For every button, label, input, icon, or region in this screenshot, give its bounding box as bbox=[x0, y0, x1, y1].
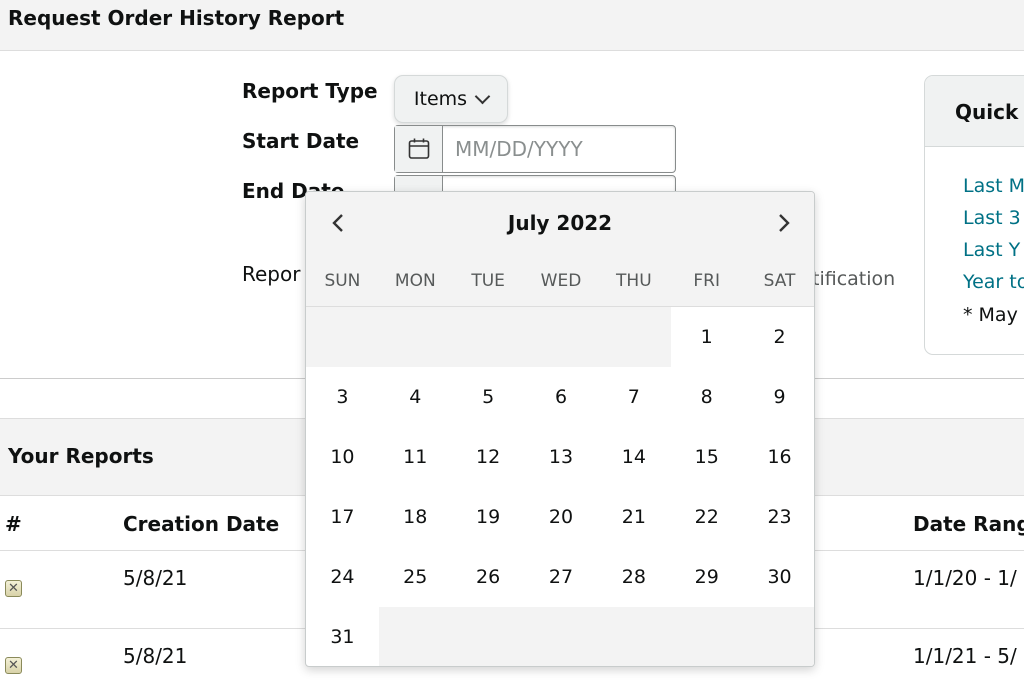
calendar-day[interactable]: 2 bbox=[743, 307, 814, 367]
quick-select-panel: Quick S Last M Last 3 Last Y Year to * M… bbox=[924, 75, 1024, 355]
calendar-day[interactable]: 22 bbox=[670, 487, 743, 547]
weekday-mon: MON bbox=[394, 271, 436, 291]
start-date-field bbox=[394, 125, 676, 173]
calendar-day[interactable]: 30 bbox=[743, 547, 814, 607]
calendar-day-grid: 1 2 3 4 5 6 7 8 9 10 11 12 13 14 15 16 17 18 19 20 21 22 23 24 2… bbox=[306, 307, 814, 666]
calendar-day[interactable]: 11 bbox=[379, 427, 452, 487]
col-header-number: # bbox=[5, 512, 22, 536]
calendar-day[interactable]: 4 bbox=[379, 367, 452, 427]
calendar-empty-cell bbox=[597, 607, 671, 666]
calendar-empty-cell bbox=[524, 607, 598, 666]
calendar-empty-cell bbox=[524, 307, 598, 367]
calendar-day[interactable]: 24 bbox=[306, 547, 379, 607]
weekday-sat: SAT bbox=[763, 271, 796, 291]
quick-link-last-3[interactable]: Last 3 bbox=[963, 207, 1021, 229]
report-type-dropdown[interactable]: Items bbox=[394, 75, 508, 123]
calendar-day[interactable]: 6 bbox=[525, 367, 598, 427]
report-label: Repor bbox=[242, 262, 301, 286]
quick-select-header: Quick S bbox=[925, 76, 1024, 147]
weekday-tue: TUE bbox=[471, 271, 505, 291]
calendar-day[interactable]: 28 bbox=[597, 547, 670, 607]
reports-title: Your Reports bbox=[8, 444, 154, 468]
start-date-label: Start Date bbox=[242, 129, 360, 153]
calendar-popup: July 2022 SUN MON TUE WED THU FRI SAT 12… bbox=[305, 191, 815, 667]
weekday-sun: SUN bbox=[324, 271, 361, 291]
chevron-down-icon bbox=[474, 88, 491, 104]
weekday-header-row: SUN MON TUE WED THU FRI SAT bbox=[306, 254, 814, 307]
calendar-empty-cell bbox=[378, 607, 453, 666]
col-header-creation-date: Creation Date bbox=[123, 512, 280, 536]
calendar-day[interactable]: 29 bbox=[670, 547, 743, 607]
row-creation-date: 5/8/21 bbox=[123, 566, 188, 590]
calendar-day[interactable]: 27 bbox=[525, 547, 598, 607]
calendar-day[interactable]: 9 bbox=[743, 367, 814, 427]
calendar-header: July 2022 bbox=[306, 192, 814, 255]
start-date-calendar-button[interactable] bbox=[395, 126, 443, 172]
page-title: Request Order History Report bbox=[8, 6, 345, 30]
quick-select-note: * May bbox=[963, 304, 1018, 326]
delete-x-icon[interactable]: ✕ bbox=[5, 580, 22, 597]
row-creation-date: 5/8/21 bbox=[123, 644, 188, 668]
calendar-day[interactable]: 13 bbox=[525, 427, 598, 487]
calendar-day[interactable]: 8 bbox=[670, 367, 743, 427]
calendar-day[interactable]: 5 bbox=[452, 367, 525, 427]
calendar-day[interactable]: 16 bbox=[743, 427, 814, 487]
calendar-day[interactable]: 20 bbox=[525, 487, 598, 547]
calendar-month-label: July 2022 bbox=[507, 211, 613, 235]
calendar-day[interactable]: 14 bbox=[597, 427, 670, 487]
report-type-label: Report Type bbox=[242, 79, 378, 103]
calendar-day[interactable]: 15 bbox=[670, 427, 743, 487]
calendar-empty-cell bbox=[451, 607, 526, 666]
calendar-day[interactable]: 31 bbox=[306, 607, 379, 666]
weekday-thu: THU bbox=[616, 271, 652, 291]
start-date-input[interactable] bbox=[445, 126, 671, 171]
row-date-range: 1/1/21 - 5/ bbox=[913, 644, 1017, 668]
delete-x-icon[interactable]: ✕ bbox=[5, 657, 22, 674]
calendar-day[interactable]: 23 bbox=[743, 487, 814, 547]
calendar-empty-cell bbox=[670, 607, 744, 666]
calendar-day[interactable]: 1 bbox=[670, 307, 743, 367]
row-date-range: 1/1/20 - 1/ bbox=[913, 566, 1017, 590]
next-month-button[interactable] bbox=[766, 206, 800, 240]
calendar-empty-cell bbox=[743, 607, 814, 666]
calendar-day[interactable]: 26 bbox=[452, 547, 525, 607]
page-header: Request Order History Report bbox=[0, 0, 1024, 51]
quick-select-title: Quick S bbox=[955, 100, 1024, 124]
weekday-wed: WED bbox=[540, 271, 582, 291]
calendar-day[interactable]: 21 bbox=[597, 487, 670, 547]
calendar-icon bbox=[408, 138, 429, 159]
calendar-day[interactable]: 7 bbox=[597, 367, 670, 427]
calendar-empty-cell bbox=[306, 307, 380, 367]
calendar-empty-cell bbox=[597, 307, 671, 367]
calendar-day[interactable]: 18 bbox=[379, 487, 452, 547]
notification-text: tification bbox=[812, 268, 896, 290]
calendar-day[interactable]: 3 bbox=[306, 367, 379, 427]
calendar-day[interactable]: 17 bbox=[306, 487, 379, 547]
calendar-day[interactable]: 19 bbox=[452, 487, 525, 547]
calendar-day[interactable]: 10 bbox=[306, 427, 379, 487]
calendar-empty-cell bbox=[451, 307, 526, 367]
calendar-day[interactable]: 12 bbox=[452, 427, 525, 487]
chevron-right-icon bbox=[779, 214, 790, 232]
quick-link-last-month[interactable]: Last M bbox=[963, 175, 1024, 197]
calendar-day[interactable]: 25 bbox=[379, 547, 452, 607]
calendar-empty-cell bbox=[378, 307, 453, 367]
weekday-fri: FRI bbox=[693, 271, 721, 291]
report-type-value: Items bbox=[413, 88, 468, 110]
col-header-date-range: Date Range bbox=[913, 512, 1024, 536]
quick-link-last-year[interactable]: Last Y bbox=[963, 239, 1020, 261]
quick-link-year-to-date[interactable]: Year to bbox=[963, 271, 1024, 293]
